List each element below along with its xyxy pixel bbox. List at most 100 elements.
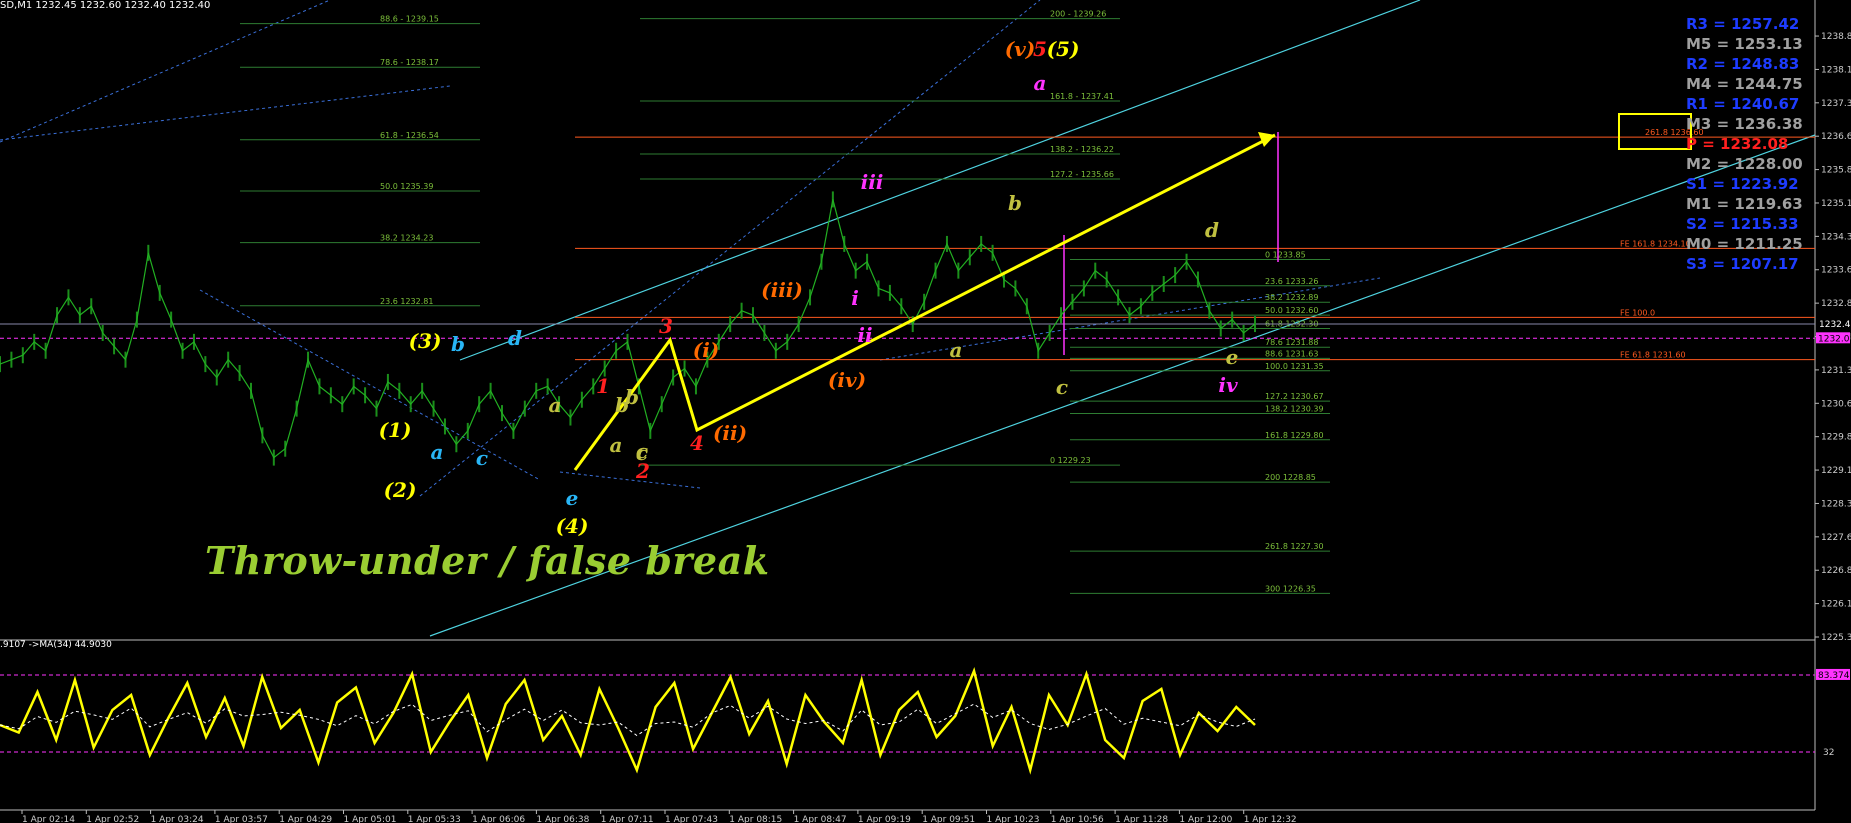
x-tick-label: 1 Apr 03:57 <box>215 815 268 823</box>
x-tick-label: 1 Apr 07:43 <box>665 815 718 823</box>
wave-label: iii <box>861 170 884 194</box>
fib-right-label: 261.8 1227.30 <box>1265 542 1324 551</box>
fib-left-label: 50.0 1235.39 <box>380 182 433 191</box>
fib-left-label: 88.6 - 1239.15 <box>380 15 439 24</box>
x-tick-label: 1 Apr 03:24 <box>151 815 204 823</box>
x-tick-label: 1 Apr 12:00 <box>1179 815 1232 823</box>
pivot-label: S1 = 1223.92 <box>1686 175 1799 193</box>
y-tick-label: 1238.12 <box>1821 65 1851 75</box>
y-tick-label: 1235.12 <box>1821 199 1851 209</box>
wave-label: (ii) <box>713 421 747 445</box>
fe-label: FE 61.8 1231.60 <box>1620 351 1686 360</box>
y-tick-label: 1229.12 <box>1821 466 1851 476</box>
fib-right-label: 200 1228.85 <box>1265 473 1316 482</box>
wave-label: a <box>549 393 562 417</box>
trendline <box>559 471 701 489</box>
wave-label: ii <box>857 323 872 347</box>
wave-label: b <box>451 332 465 356</box>
y-tick-label: 1235.87 <box>1821 166 1851 176</box>
y-tick-label: 1227.62 <box>1821 533 1851 543</box>
y-tick-label: 1232.87 <box>1821 299 1851 309</box>
y-tick-label: 1225.37 <box>1821 633 1851 643</box>
x-tick-label: 1 Apr 10:23 <box>987 815 1040 823</box>
wave-label: (v) <box>1005 37 1036 61</box>
x-tick-label: 1 Apr 10:56 <box>1051 815 1104 823</box>
wave-label: c <box>636 439 648 463</box>
osc-level-label: 83.3745 <box>1818 671 1851 681</box>
target-highlight-box <box>1618 113 1692 150</box>
pivot-label: R1 = 1240.67 <box>1686 95 1800 113</box>
pivot-label: S3 = 1207.17 <box>1686 255 1799 273</box>
x-tick-label: 1 Apr 08:15 <box>729 815 782 823</box>
wave-label: d <box>508 326 522 350</box>
pivot-label: P = 1232.08 <box>1686 135 1789 153</box>
pivot-label: M1 = 1219.63 <box>1686 195 1803 213</box>
wave-label: a <box>610 433 623 457</box>
y-tick-label: 1238.87 <box>1821 32 1851 42</box>
fib-left-label: 23.6 1232.81 <box>380 297 433 306</box>
pivot-label: M2 = 1228.00 <box>1686 155 1803 173</box>
fib-mid-label: 200 - 1239.26 <box>1050 10 1106 19</box>
chart-canvas: 1238.87 1238.12 1237.37 1236.62 1235.87 1235.… <box>0 0 1851 823</box>
x-tick-label: 1 Apr 05:01 <box>344 815 397 823</box>
wave-label: (1) <box>379 418 412 442</box>
fib-right-label: 127.2 1230.67 <box>1265 392 1324 401</box>
wave-label: 1 <box>596 374 610 398</box>
trendline <box>0 0 331 143</box>
fib-right-label: 138.2 1230.39 <box>1265 405 1324 414</box>
pivot-label: M0 = 1211.25 <box>1686 235 1803 253</box>
y-tick-label: 1231.37 <box>1821 366 1851 376</box>
wave-label: i <box>851 286 859 310</box>
y-tick-label: 1237.37 <box>1821 99 1851 109</box>
x-tick-label: 1 Apr 02:14 <box>22 815 75 823</box>
fib-right-label: 78.6 1231.88 <box>1265 338 1318 347</box>
fib-right-label: 38.2 1232.89 <box>1265 293 1318 302</box>
fib-right-label: 300 1226.35 <box>1265 584 1316 593</box>
wave-label: e <box>566 486 579 510</box>
current-price-label: 1232.40 <box>1819 320 1851 330</box>
wave-label: b <box>1008 191 1022 215</box>
fe-label: FE 100.0 <box>1620 308 1655 317</box>
fib-left-label: 38.2 1234.23 <box>380 234 433 243</box>
x-tick-label: 1 Apr 09:19 <box>858 815 911 823</box>
wave-label: c <box>476 446 488 470</box>
wave-label: (4) <box>556 514 589 538</box>
x-tick-label: 1 Apr 11:28 <box>1115 815 1168 823</box>
y-tick-label: 1226.87 <box>1821 566 1851 576</box>
fib-left-label: 78.6 - 1238.17 <box>380 58 439 67</box>
fib-mid-label: 127.2 - 1235.66 <box>1050 170 1114 179</box>
wave-label: a <box>1034 71 1047 95</box>
wave-label: 5 <box>1033 37 1047 61</box>
pivot-price-label: 1232.08 <box>1818 334 1851 344</box>
wave-label: (iii) <box>761 278 803 302</box>
wave-label: b <box>625 385 639 409</box>
annotation-title: Throw-under / false break <box>205 538 770 583</box>
pivot-label: M3 = 1236.38 <box>1686 115 1803 133</box>
osc-level-tick-label: 32 <box>1823 748 1834 758</box>
pivot-label: S2 = 1215.33 <box>1686 215 1799 233</box>
x-tick-label: 1 Apr 07:11 <box>601 815 654 823</box>
x-tick-label: 1 Apr 12:32 <box>1244 815 1297 823</box>
wave-label: a <box>950 338 963 362</box>
wave-label: e <box>1226 345 1239 369</box>
fib-right-label: 161.8 1229.80 <box>1265 431 1324 440</box>
pivot-label: R3 = 1257.42 <box>1686 15 1800 33</box>
wave-label: a <box>431 440 444 464</box>
x-tick-label: 1 Apr 08:47 <box>794 815 847 823</box>
fe-label: FE 161.8 1234.10 <box>1620 239 1691 248</box>
wave-label: (iv) <box>828 368 866 392</box>
pivot-label: M5 = 1253.13 <box>1686 35 1803 53</box>
y-tick-label: 1233.62 <box>1821 266 1851 276</box>
y-tick-label: 1236.62 <box>1821 132 1851 142</box>
pivot-label: M4 = 1244.75 <box>1686 75 1803 93</box>
symbol-header: SD,M1 1232.45 1232.60 1232.40 1232.40 <box>0 0 211 11</box>
x-tick-label: 1 Apr 06:38 <box>536 815 589 823</box>
oscillator-header: .9107 ->MA(34) 44.9030 <box>0 640 112 650</box>
fib-right-label: 88.6 1231.63 <box>1265 349 1318 358</box>
x-tick-label: 1 Apr 09:51 <box>922 815 975 823</box>
wave-label: (2) <box>384 478 417 502</box>
fib-left-label: 61.8 - 1236.54 <box>380 131 439 140</box>
y-tick-label: 1228.37 <box>1821 499 1851 509</box>
x-tick-label: 1 Apr 04:29 <box>279 815 332 823</box>
fib-right-label: 50.0 1232.60 <box>1265 306 1318 315</box>
